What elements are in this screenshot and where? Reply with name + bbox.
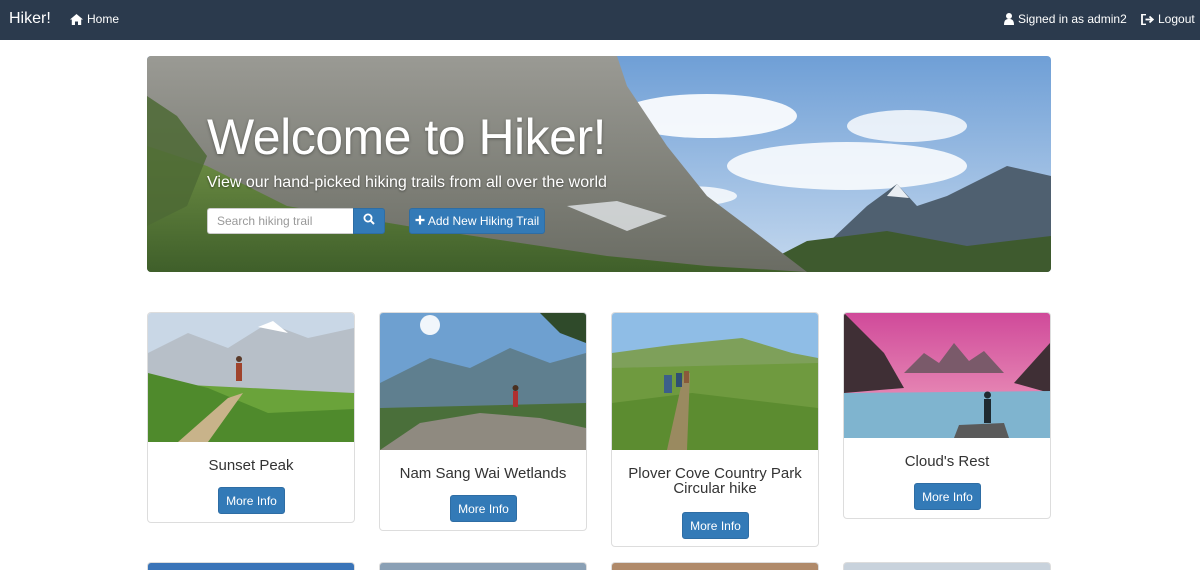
brand-link[interactable]: Hiker! (9, 10, 51, 28)
more-info-button[interactable]: More Info (450, 495, 517, 522)
trail-image (612, 313, 818, 450)
logout-icon (1141, 13, 1154, 25)
user-icon (1004, 13, 1014, 25)
trail-card-partial (147, 562, 355, 570)
plus-icon (415, 214, 425, 228)
home-link[interactable]: Home (70, 12, 119, 26)
trail-card: Plover Cove Country Park Circular hike M… (611, 312, 819, 547)
hero-subtitle: View our hand-picked hiking trails from … (207, 174, 607, 191)
search-icon (363, 212, 375, 230)
add-trail-button[interactable]: Add New Hiking Trail (409, 208, 545, 234)
logout-link[interactable]: Logout (1141, 12, 1195, 26)
more-info-button[interactable]: More Info (914, 483, 981, 510)
add-trail-label: Add New Hiking Trail (427, 214, 540, 228)
signed-in-label: Signed in as admin2 (1018, 12, 1127, 26)
more-info-button[interactable]: More Info (682, 512, 749, 539)
search-input[interactable] (207, 208, 353, 234)
signed-in-user-link[interactable]: Signed in as admin2 (1004, 12, 1127, 26)
more-info-button[interactable]: More Info (218, 487, 285, 514)
trail-card-partial (611, 562, 819, 570)
home-link-label: Home (87, 12, 120, 26)
logout-label: Logout (1158, 12, 1195, 26)
trail-title: Plover Cove Country Park Circular hike (628, 465, 802, 497)
trail-card-partial (379, 562, 587, 570)
trail-title: Sunset Peak (208, 457, 294, 474)
trail-image (380, 313, 586, 450)
trail-card: Cloud's Rest More Info (843, 312, 1051, 519)
top-navbar: Hiker! Home Signed in as admin2 Logout (0, 0, 1200, 40)
trail-card: Sunset Peak More Info (147, 312, 355, 523)
trail-card-partial (843, 562, 1051, 570)
trail-image (844, 313, 1050, 438)
hero-banner: Welcome to Hiker! View our hand-picked h… (147, 56, 1051, 272)
trail-image (148, 313, 354, 442)
trail-title: Nam Sang Wai Wetlands (399, 465, 567, 482)
hero-title: Welcome to Hiker! (207, 109, 607, 165)
search-button[interactable] (353, 208, 385, 234)
home-icon (70, 13, 83, 25)
trail-title: Cloud's Rest (904, 453, 990, 470)
trail-card: Nam Sang Wai Wetlands More Info (379, 312, 587, 531)
